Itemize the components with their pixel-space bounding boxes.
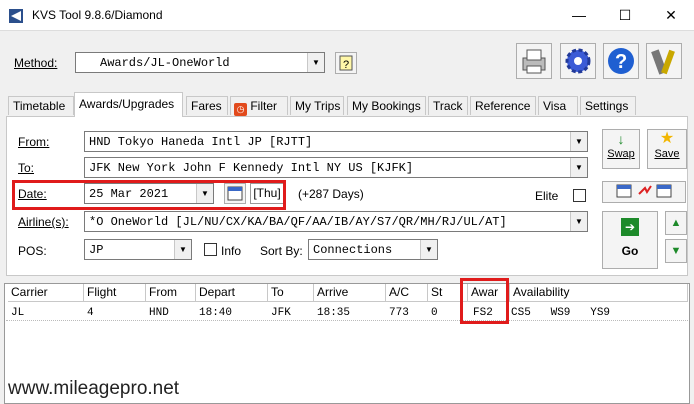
- window-title: KVS Tool 9.8.6/Diamond: [32, 8, 163, 22]
- sortby-value: Connections: [313, 243, 393, 257]
- close-button[interactable]: ✕: [648, 0, 694, 31]
- swap-arrow-icon: ↓: [617, 131, 625, 147]
- title-bar: KVS Tool 9.8.6/Diamond — ☐ ✕: [0, 0, 694, 31]
- elite-checkbox[interactable]: [573, 189, 586, 202]
- cell-from: HND: [149, 307, 169, 319]
- from-label: From:: [18, 135, 50, 149]
- tab-timetable[interactable]: Timetable: [8, 96, 74, 115]
- chevron-down-icon: ▼: [174, 240, 191, 259]
- tab-reference[interactable]: Reference: [470, 96, 536, 115]
- award-highlight-box: [460, 278, 509, 324]
- date-range-button[interactable]: [602, 181, 686, 203]
- settings-button[interactable]: [560, 43, 596, 79]
- days-out: (+287 Days): [298, 187, 364, 201]
- chevron-down-icon: ▼: [420, 240, 437, 259]
- cell-st: 0: [431, 307, 438, 319]
- method-label: Method:: [14, 56, 58, 70]
- info-checkbox[interactable]: [204, 243, 217, 256]
- calendar-range-icon: [616, 184, 672, 198]
- date-highlight-box: [12, 180, 286, 210]
- airlines-select[interactable]: *O OneWorld [JL/NU/CX/KA/BA/QF/AA/IB/AY/…: [84, 211, 588, 232]
- go-arrow-icon: ➔: [621, 218, 639, 236]
- swap-button[interactable]: ↓ Swap: [602, 129, 640, 169]
- info-label: Info: [221, 244, 242, 258]
- elite-label: Elite: [535, 189, 559, 203]
- watermark: www.mileagepro.net: [8, 378, 180, 399]
- chevron-down-icon: ▼: [570, 212, 587, 231]
- col-from[interactable]: From: [146, 284, 196, 302]
- tab-track[interactable]: Track: [428, 96, 468, 115]
- arrow-down-icon: ▼: [670, 245, 682, 257]
- tools-button[interactable]: [646, 43, 682, 79]
- to-label: To:: [18, 161, 35, 175]
- cell-depart: 18:40: [199, 307, 233, 319]
- sortby-label: Sort By:: [260, 244, 303, 258]
- col-carrier[interactable]: Carrier: [8, 284, 84, 302]
- chevron-down-icon: ▼: [570, 132, 587, 151]
- cell-ac: 773: [389, 307, 409, 319]
- minimize-button[interactable]: —: [556, 0, 602, 31]
- maximize-button[interactable]: ☐: [602, 0, 648, 31]
- col-to[interactable]: To: [268, 284, 314, 302]
- tab-my-bookings[interactable]: My Bookings: [347, 96, 426, 115]
- save-button[interactable]: ★ Save: [647, 129, 687, 169]
- cell-arrive: 18:35: [317, 307, 351, 319]
- to-value: JFK New York John F Kennedy Intl NY US […: [89, 161, 414, 175]
- pos-value: JP: [89, 243, 104, 257]
- col-arrive[interactable]: Arrive: [314, 284, 386, 302]
- from-value: HND Tokyo Haneda Intl JP [RJTT]: [89, 135, 313, 149]
- filter-icon: ◷: [234, 103, 247, 116]
- star-icon: ★: [659, 130, 675, 147]
- method-value: Awards/JL-OneWorld: [100, 56, 230, 70]
- tools-icon: [651, 49, 675, 75]
- from-select[interactable]: HND Tokyo Haneda Intl JP [RJTT] ▼: [84, 131, 588, 152]
- tab-settings[interactable]: Settings: [580, 96, 636, 115]
- svg-text:?: ?: [615, 51, 627, 73]
- col-availability[interactable]: Availability: [510, 284, 688, 302]
- method-select[interactable]: Awards/JL-OneWorld ▼: [75, 52, 325, 73]
- airlines-value: *O OneWorld [JL/NU/CX/KA/BA/QF/AA/IB/AY/…: [89, 215, 507, 229]
- svg-text:?: ?: [343, 59, 349, 71]
- tab-visa[interactable]: Visa: [538, 96, 578, 115]
- print-button[interactable]: [516, 43, 552, 79]
- tab-my-trips[interactable]: My Trips: [290, 96, 344, 115]
- gear-icon: [565, 48, 591, 74]
- printer-icon: [522, 49, 546, 74]
- airlines-label: Airline(s):: [18, 215, 69, 229]
- sortby-select[interactable]: Connections ▼: [308, 239, 438, 260]
- cell-to: JFK: [271, 307, 291, 319]
- tab-filter[interactable]: ◷ Filter: [230, 96, 288, 116]
- scroll-up-button[interactable]: ▲: [665, 211, 687, 235]
- help-icon: ?: [608, 48, 634, 74]
- arrow-up-icon: ▲: [670, 217, 682, 229]
- pos-select[interactable]: JP ▼: [84, 239, 192, 260]
- col-depart[interactable]: Depart: [196, 284, 268, 302]
- col-flight[interactable]: Flight: [84, 284, 146, 302]
- col-ac[interactable]: A/C: [386, 284, 428, 302]
- help-button[interactable]: ?: [603, 43, 639, 79]
- chevron-down-icon: ▼: [307, 53, 324, 72]
- cell-flight: 4: [87, 307, 94, 319]
- cell-availability: CS5 WS9 YS9: [511, 307, 611, 319]
- scroll-down-button[interactable]: ▼: [665, 239, 687, 263]
- tab-awards-upgrades[interactable]: Awards/Upgrades: [74, 92, 183, 117]
- to-select[interactable]: JFK New York John F Kennedy Intl NY US […: [84, 157, 588, 178]
- method-help-button[interactable]: ?: [335, 52, 357, 74]
- notepad-icon: ?: [339, 55, 353, 71]
- app-icon: [8, 8, 24, 24]
- cell-carrier: JL: [11, 307, 25, 319]
- pos-label: POS:: [18, 244, 47, 258]
- chevron-down-icon: ▼: [570, 158, 587, 177]
- go-button[interactable]: ➔ Go: [602, 211, 658, 269]
- tab-fares[interactable]: Fares: [186, 96, 228, 115]
